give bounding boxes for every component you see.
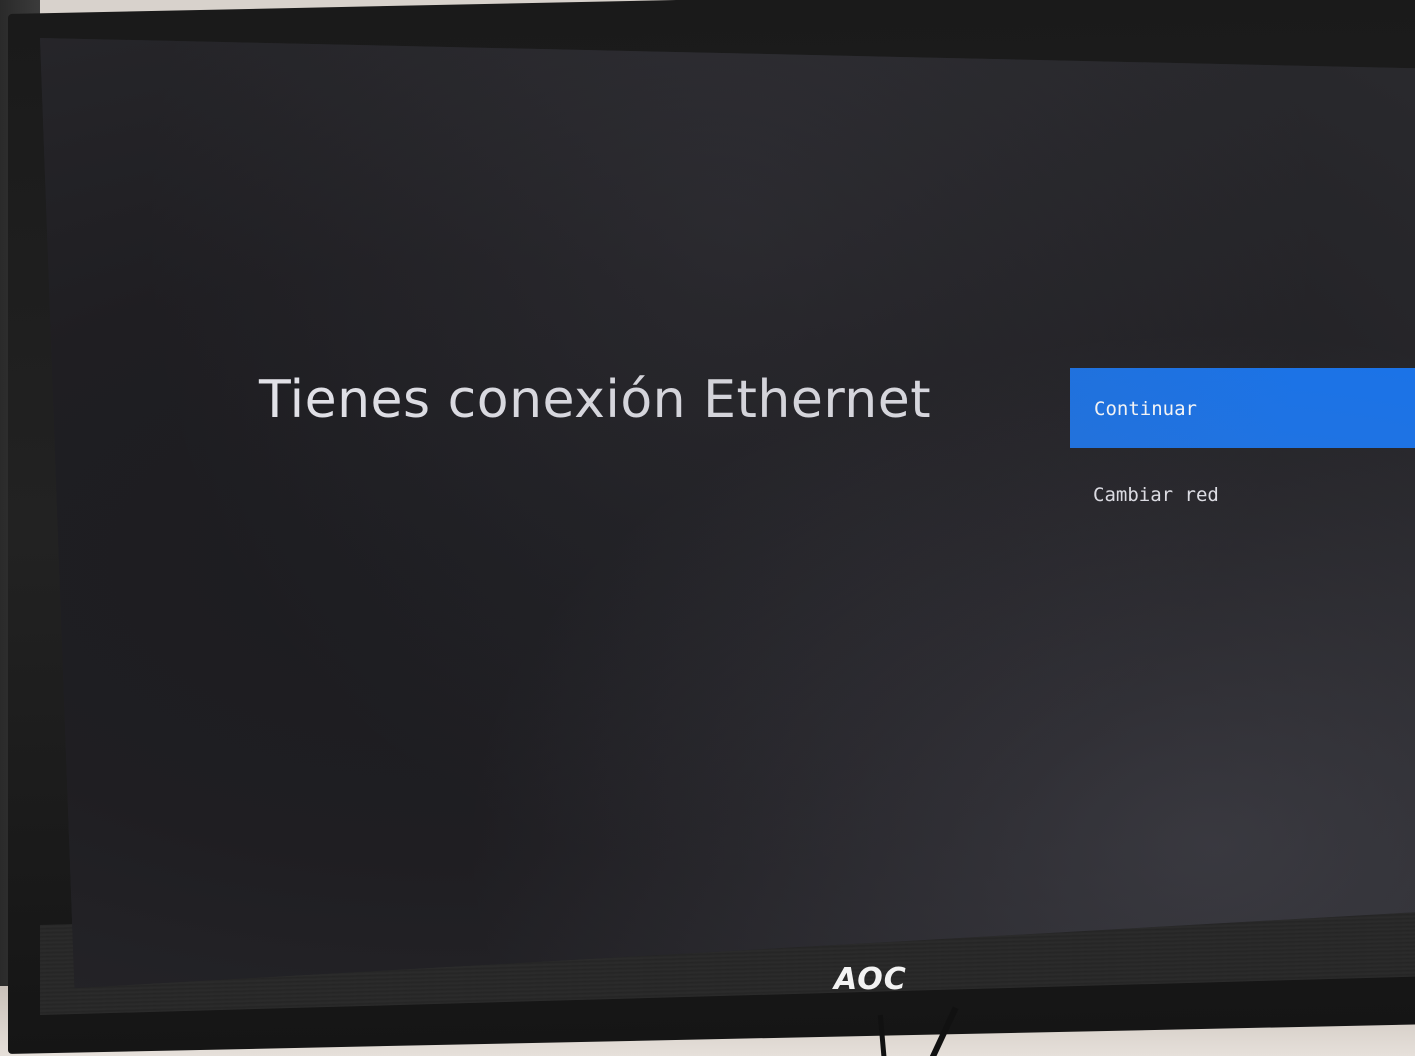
photo-of-monitor: AOC Tienes conexión Ethernet Continuar C… [0,0,1415,1056]
tv-setup-screen: Tienes conexión Ethernet Continuar Cambi… [40,38,1415,988]
continue-button[interactable]: Continuar [1070,368,1415,448]
monitor-brand-logo: AOC [834,962,907,997]
page-title: Tienes conexión Ethernet [259,370,932,430]
change-network-option[interactable]: Cambiar red [1093,484,1219,506]
